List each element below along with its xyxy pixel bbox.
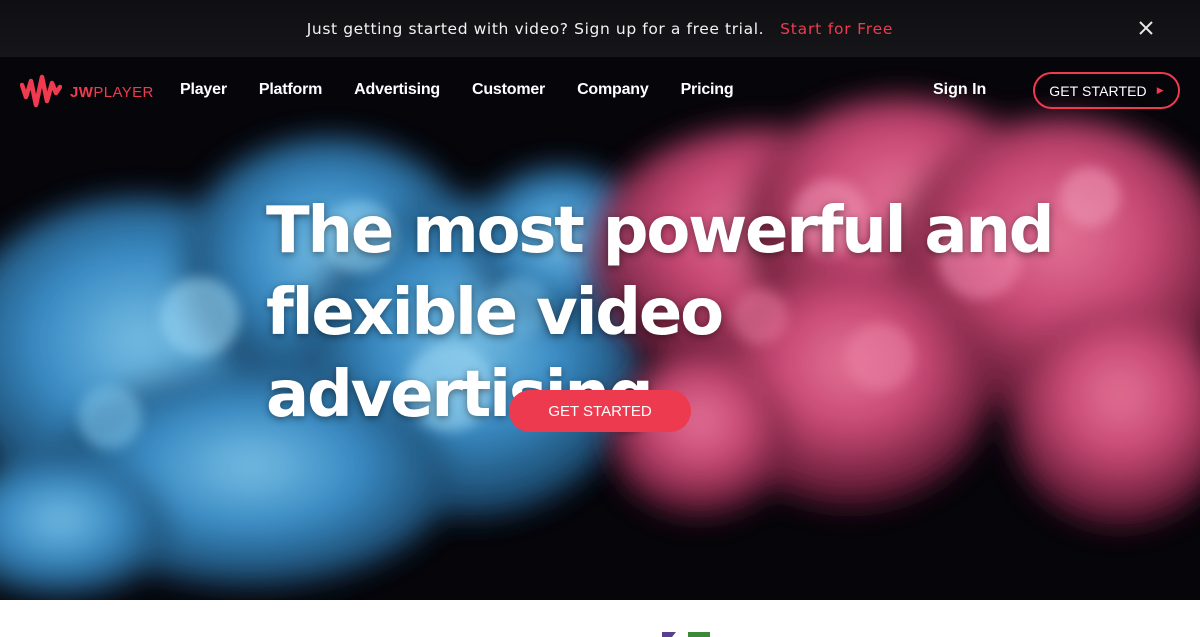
nav-link-player[interactable]: Player [180, 81, 227, 99]
nav-cta-label: GET STARTED [1049, 82, 1147, 99]
partner-logo-partial [662, 632, 710, 637]
sign-in-link[interactable]: Sign In [933, 81, 986, 99]
customer-logos-strip [0, 600, 1200, 637]
nav-link-platform[interactable]: Platform [259, 81, 323, 99]
jwplayer-logo[interactable]: JWPLAYER [20, 71, 154, 113]
promo-text: Just getting started with video? Sign up… [306, 19, 765, 38]
logo-wordmark: JWPLAYER [70, 83, 154, 101]
promo-bar: Just getting started with video? Sign up… [0, 0, 1200, 57]
start-free-link[interactable]: Start for Free [780, 20, 893, 38]
nav-link-advertising[interactable]: Advertising [354, 81, 440, 99]
play-triangle-icon: ▶ [1156, 85, 1164, 95]
nav-link-pricing[interactable]: Pricing [681, 81, 734, 99]
nav-links: Player Platform Advertising Customer Com… [180, 81, 765, 99]
headline-line-1: The most powerful and [266, 194, 1055, 268]
get-started-nav-button[interactable]: GET STARTED ▶ [1033, 72, 1180, 109]
jwplayer-wave-icon [20, 74, 62, 108]
main-nav: JWPLAYER Player Platform Advertising Cus… [0, 57, 1200, 125]
nav-link-customer[interactable]: Customer [472, 81, 545, 99]
close-icon[interactable] [1136, 18, 1156, 38]
get-started-hero-button[interactable]: GET STARTED [509, 390, 691, 432]
nav-link-company[interactable]: Company [577, 81, 649, 99]
